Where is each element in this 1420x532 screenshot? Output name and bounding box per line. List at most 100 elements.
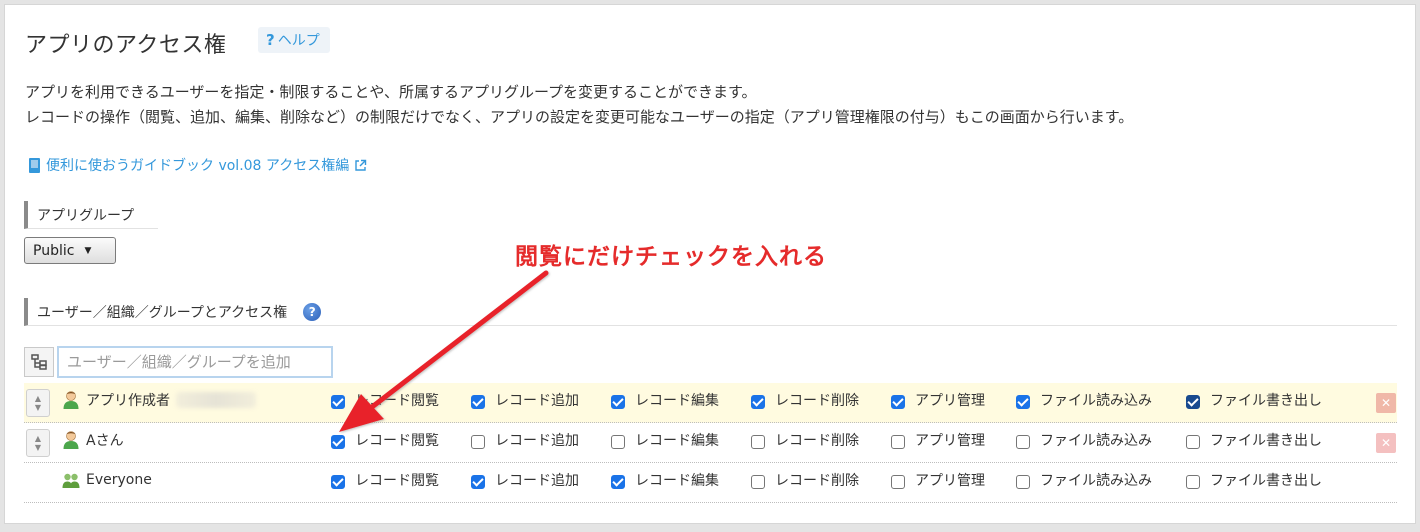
users-access-heading: ユーザー／組織／グループとアクセス権 ? (24, 298, 1397, 326)
delete-row-button[interactable]: ✕ (1376, 393, 1396, 413)
app-group-heading-label: アプリグループ (37, 207, 135, 224)
perm-record-edit[interactable]: レコード編集 (611, 383, 719, 417)
entity-a-san: Aさん (62, 423, 124, 457)
perm-label: レコード閲覧 (355, 393, 439, 409)
checkbox-unchecked[interactable] (611, 435, 625, 449)
perm-label: レコード削除 (775, 473, 859, 489)
checkbox-unchecked[interactable] (1016, 435, 1030, 449)
caret-down-icon: ▼ (84, 245, 92, 256)
add-entity-input[interactable] (57, 346, 333, 378)
perm-label: レコード編集 (635, 433, 719, 449)
perm-label: ファイル書き出し (1210, 433, 1322, 449)
perm-label: アプリ管理 (915, 393, 985, 409)
perm-label: レコード追加 (495, 393, 579, 409)
perm-record-edit[interactable]: レコード編集 (611, 463, 719, 497)
perm-record-view[interactable]: レコード閲覧 (331, 383, 439, 417)
org-tree-button[interactable] (24, 347, 54, 377)
perm-label: レコード削除 (775, 393, 859, 409)
checkbox-checked[interactable] (471, 395, 485, 409)
help-circle-icon[interactable]: ? (303, 302, 322, 321)
perm-label: レコード追加 (495, 433, 579, 449)
down-arrow-icon: ▼ (34, 403, 42, 412)
down-arrow-icon: ▼ (34, 443, 42, 452)
checkbox-unchecked[interactable] (1016, 475, 1030, 489)
perm-record-delete[interactable]: レコード削除 (751, 423, 859, 457)
app-group-heading: アプリグループ (24, 201, 158, 229)
perm-app-manage[interactable]: アプリ管理 (891, 383, 985, 417)
checkbox-unchecked[interactable] (1186, 435, 1200, 449)
perm-label: ファイル読み込み (1040, 433, 1152, 449)
app-group-selected-value: Public (33, 242, 75, 259)
person-icon (63, 431, 79, 449)
perm-label: レコード閲覧 (355, 473, 439, 489)
perm-file-import[interactable]: ファイル読み込み (1016, 463, 1152, 497)
entity-name: アプリ作成者 (86, 393, 170, 409)
help-link[interactable]: ? ヘルプ (258, 27, 330, 53)
perm-app-manage[interactable]: アプリ管理 (891, 423, 985, 457)
description: アプリを利用できるユーザーを指定・制限することや、所属するアプリグループを変更す… (25, 80, 1133, 130)
description-line-2: レコードの操作（閲覧、追加、編集、削除など）の制限だけでなく、アプリの設定を変更… (25, 108, 1134, 126)
guidebook-link[interactable]: 便利に使おうガイドブック vol.08 アクセス権編 (29, 155, 367, 175)
checkbox-unchecked[interactable] (751, 435, 765, 449)
perm-file-export[interactable]: ファイル書き出し (1186, 423, 1322, 457)
sort-handle[interactable]: ▲ ▼ (26, 389, 50, 417)
perm-file-export[interactable]: ファイル書き出し (1186, 463, 1322, 497)
perm-record-delete[interactable]: レコード削除 (751, 463, 859, 497)
up-arrow-icon: ▲ (34, 394, 42, 403)
perm-label: ファイル読み込み (1040, 393, 1152, 409)
perm-label: アプリ管理 (915, 433, 985, 449)
perm-file-import[interactable]: ファイル読み込み (1016, 383, 1152, 417)
perm-label: レコード編集 (635, 393, 719, 409)
checkbox-unchecked[interactable] (471, 435, 485, 449)
checkbox-checked[interactable] (611, 475, 625, 489)
up-arrow-icon: ▲ (34, 434, 42, 443)
perm-record-delete[interactable]: レコード削除 (751, 383, 859, 417)
perm-label: ファイル書き出し (1210, 393, 1322, 409)
sort-handle[interactable]: ▲ ▼ (26, 429, 50, 457)
perm-file-export[interactable]: ファイル書き出し (1186, 383, 1322, 417)
perm-record-edit[interactable]: レコード編集 (611, 423, 719, 457)
perm-label: レコード削除 (775, 433, 859, 449)
access-row-everyone: Everyone レコード閲覧 レコード追加 レコード編集 レコード削除 アプリ… (24, 463, 1397, 503)
checkbox-checked[interactable] (891, 395, 905, 409)
org-tree-icon (31, 354, 47, 370)
checkbox-unchecked[interactable] (1186, 475, 1200, 489)
perm-record-add[interactable]: レコード追加 (471, 383, 579, 417)
app-group-select[interactable]: Public ▼ (24, 237, 116, 264)
checkbox-checked[interactable] (331, 475, 345, 489)
annotation-callout: 閲覧にだけチェックを入れる (515, 244, 827, 270)
entity-name: Aさん (86, 433, 124, 449)
checkbox-checked[interactable] (751, 395, 765, 409)
checkbox-checked[interactable] (611, 395, 625, 409)
entity-name: Everyone (86, 472, 152, 488)
perm-record-view[interactable]: レコード閲覧 (331, 463, 439, 497)
perm-label: ファイル書き出し (1210, 473, 1322, 489)
checkbox-unchecked[interactable] (891, 475, 905, 489)
access-row-app-creator: ▲ ▼ アプリ作成者 レコード閲覧 レコード追加 レコード編集 レコード削除 ア… (24, 383, 1397, 423)
checkbox-checked[interactable] (331, 395, 345, 409)
description-line-1: アプリを利用できるユーザーを指定・制限することや、所属するアプリグループを変更す… (25, 83, 757, 101)
checkbox-checked[interactable] (471, 475, 485, 489)
checkbox-unchecked[interactable] (751, 475, 765, 489)
entity-everyone: Everyone (62, 463, 152, 497)
perm-app-manage[interactable]: アプリ管理 (891, 463, 985, 497)
checkbox-unchecked[interactable] (891, 435, 905, 449)
checkbox-checked[interactable] (1186, 395, 1200, 409)
perm-record-view[interactable]: レコード閲覧 (331, 423, 439, 457)
close-icon: ✕ (1380, 436, 1392, 450)
delete-row-button[interactable]: ✕ (1376, 433, 1396, 453)
users-access-heading-label: ユーザー／組織／グループとアクセス権 (37, 304, 288, 321)
perm-record-add[interactable]: レコード追加 (471, 423, 579, 457)
perm-file-import[interactable]: ファイル読み込み (1016, 423, 1152, 457)
redacted-name (176, 392, 256, 408)
person-icon (63, 391, 79, 409)
checkbox-checked[interactable] (1016, 395, 1030, 409)
page-title: アプリのアクセス権 (25, 33, 227, 58)
perm-label: レコード追加 (495, 473, 579, 489)
perm-label: レコード編集 (635, 473, 719, 489)
group-icon (62, 473, 80, 488)
access-settings-panel: アプリのアクセス権 ? ヘルプ アプリを利用できるユーザーを指定・制限することや… (4, 4, 1416, 524)
book-icon (29, 157, 40, 173)
checkbox-checked[interactable] (331, 435, 345, 449)
perm-record-add[interactable]: レコード追加 (471, 463, 579, 497)
